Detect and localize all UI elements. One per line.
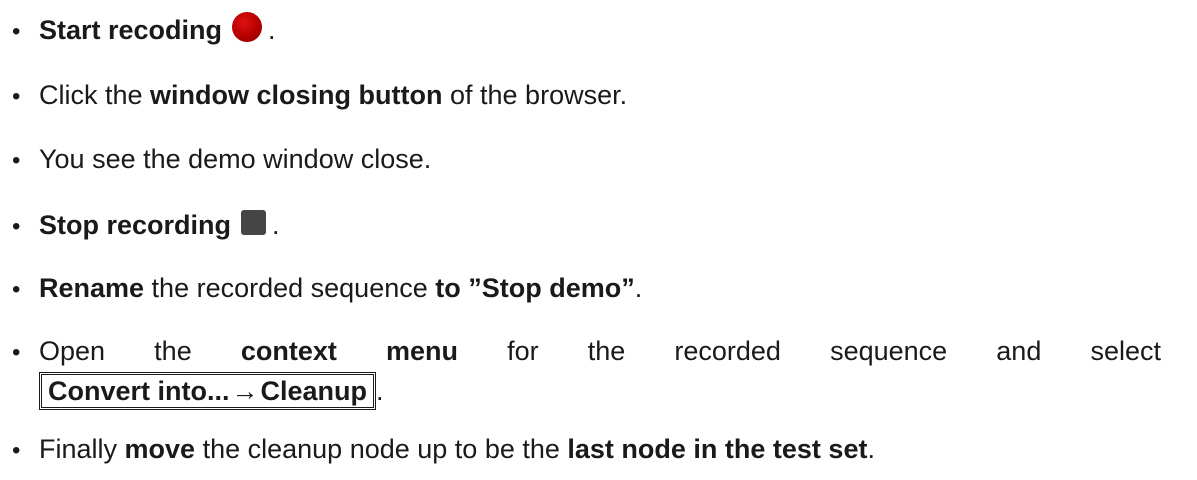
step-tail: . <box>867 434 875 464</box>
word-bold: context <box>240 336 337 366</box>
step-rename: • Rename the recorded sequence to ”Stop d… <box>12 270 1162 308</box>
step-text: of the browser. <box>442 80 628 110</box>
step-text: Finally <box>39 434 125 464</box>
step-bold-text: last node in the test set <box>567 434 868 464</box>
word: select <box>1090 336 1161 366</box>
stop-icon <box>241 210 267 235</box>
step-text: Click the <box>39 80 151 110</box>
word-bold: menu <box>385 336 458 366</box>
step-bold-text: window closing button <box>150 80 443 110</box>
justified-line: Open the context menu for the recorded s… <box>39 333 1161 369</box>
word: the <box>587 336 626 366</box>
step-convert-line2: Convert into...→Cleanup. <box>39 372 1162 410</box>
word: the <box>154 336 192 366</box>
step-bold-text: Stop recording <box>39 210 232 240</box>
bullet: • <box>12 83 21 110</box>
arrow-right-icon: → <box>231 376 259 406</box>
step-tail: . <box>268 15 276 45</box>
step-bold-text: move <box>124 434 196 464</box>
bullet: • <box>12 437 21 464</box>
record-icon <box>232 12 263 42</box>
word: for <box>507 336 539 366</box>
step-see-close: • You see the demo window close. <box>12 141 1162 179</box>
menu-item-cleanup: Cleanup <box>260 376 368 406</box>
step-text: the recorded sequence <box>144 273 436 303</box>
step-bold-text: to ”Stop demo” <box>435 273 635 303</box>
word: sequence <box>830 336 948 366</box>
menu-item-convert: Convert into... <box>48 376 230 406</box>
step-text: You see the demo window close. <box>39 144 432 174</box>
step-stop-recording: • Stop recording. <box>12 207 1162 245</box>
bullet: • <box>12 213 21 240</box>
step-tail: . <box>634 273 643 303</box>
step-move-node: • Finally move the cleanup node up to be … <box>12 431 1162 469</box>
menu-path-box: Convert into...→Cleanup <box>39 372 377 410</box>
step-bold-text: Start recoding <box>39 15 223 45</box>
word: and <box>996 336 1042 366</box>
step-bold-text: Rename <box>39 273 145 303</box>
step-tail: . <box>376 376 384 406</box>
step-convert: • Open the context menu for the recorded… <box>12 333 1162 410</box>
word: Open <box>39 336 106 366</box>
step-convert-line1: • Open the context menu for the recorded… <box>12 333 1162 371</box>
word: recorded <box>674 336 781 366</box>
bullet: • <box>12 339 21 366</box>
step-text: the cleanup node up to be the <box>195 434 568 464</box>
step-start-recording: • Start recoding. <box>12 12 1162 50</box>
step-click-close: • Click the window closing button of the … <box>12 77 1162 115</box>
bullet: • <box>12 276 21 303</box>
bullet: • <box>12 18 21 45</box>
step-tail: . <box>272 210 280 240</box>
bullet: • <box>12 147 21 174</box>
